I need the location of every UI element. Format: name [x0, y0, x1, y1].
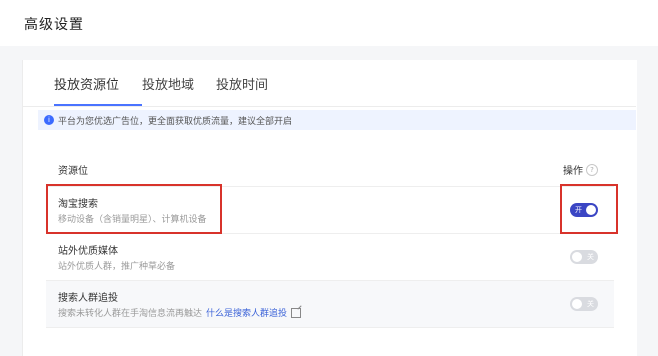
column-header-action-label: 操作: [563, 166, 583, 177]
help-icon[interactable]: ?: [586, 163, 598, 176]
info-icon: i: [44, 115, 54, 125]
table-row: 站外优质媒体 站外优质人群，推广种草必备 关: [46, 234, 614, 281]
resource-desc: 搜索未转化人群在手淘信息流再触达 什么是搜索人群追投: [58, 306, 302, 319]
resource-name: 站外优质媒体: [58, 246, 118, 257]
notice-text: 平台为您优选广告位，更全面获取优质流量，建议全部开启: [58, 116, 293, 127]
header-bar: 高级设置: [0, 0, 658, 46]
notice-banner: i 平台为您优选广告位，更全面获取优质流量，建议全部开启: [38, 110, 636, 130]
toggle-label: 关: [587, 300, 594, 308]
search-retarget-help-link[interactable]: 什么是搜索人群追投: [206, 306, 287, 319]
resource-name: 搜索人群追投: [58, 293, 118, 304]
resource-desc: 站外优质人群，推广种草必备: [58, 259, 175, 272]
tab-resource-position[interactable]: 投放资源位: [54, 74, 119, 93]
table-row: 搜索人群追投 搜索未转化人群在手淘信息流再触达 什么是搜索人群追投 关: [46, 281, 614, 328]
highlight-box-resource: [46, 184, 222, 234]
tab-time[interactable]: 投放时间: [216, 74, 268, 93]
page-title: 高级设置: [24, 17, 84, 33]
external-link-icon[interactable]: [291, 307, 302, 318]
tab-bar: 投放资源位 投放地域 投放时间: [22, 60, 636, 107]
toggle-search-retarget[interactable]: 关: [570, 297, 598, 311]
column-header-action: 操作 ?: [563, 162, 598, 177]
active-tab-indicator: [54, 104, 142, 106]
resource-desc-text: 搜索未转化人群在手淘信息流再触达: [58, 309, 203, 319]
toggle-knob: [572, 299, 582, 309]
table-header: 资源位 操作 ?: [46, 150, 614, 187]
resource-table: 资源位 操作 ? 淘宝搜索 移动设备（含销量明星）、计算机设备 开 站外优质媒体…: [46, 150, 614, 328]
resource-desc-text: 站外优质人群，推广种草必备: [58, 262, 176, 272]
highlight-box-toggle: [560, 184, 618, 234]
column-header-resource: 资源位: [58, 166, 88, 177]
toggle-offsite-media[interactable]: 关: [570, 250, 598, 264]
toggle-label: 关: [587, 253, 594, 261]
tab-region[interactable]: 投放地域: [142, 74, 194, 93]
toggle-knob: [572, 252, 582, 262]
